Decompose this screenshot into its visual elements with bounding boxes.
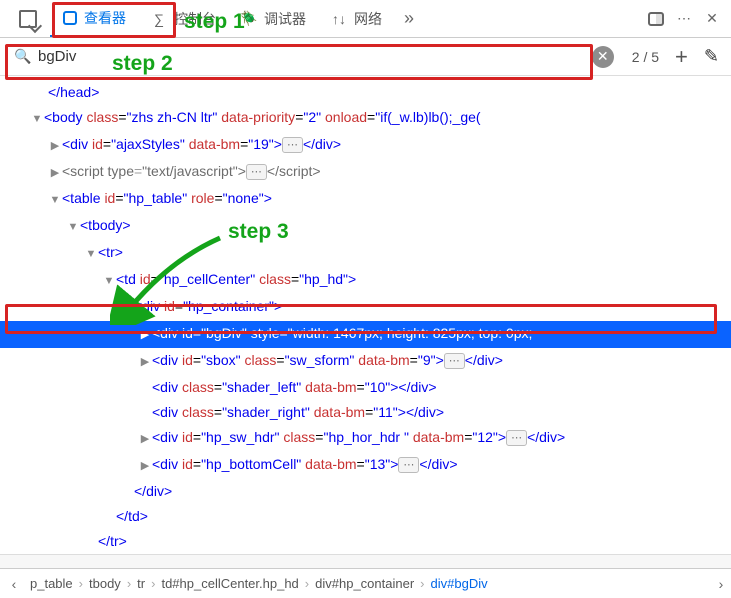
crumb-item[interactable]: td#hp_cellCenter.hp_hd [155,576,304,591]
node-sw-hdr: ▶<div id="hp_sw_hdr" class="hp_hor_hdr "… [0,425,731,452]
tab-console-label: 控制台 [174,9,216,29]
node-tr-end: </tr> [0,529,731,554]
inspector-icon [62,10,78,26]
node-div-end: </div> [0,479,731,504]
search-box: 🔍 ✕ [8,42,620,72]
node-sbox: ▶<div id="sbox" class="sw_sform" data-bm… [0,348,731,375]
tab-network-label: 网络 [354,9,382,29]
element-picker-button[interactable] [6,10,50,28]
add-button[interactable]: + [671,44,692,70]
crumb-prev[interactable]: ‹ [4,576,24,592]
tab-debugger-label: 调试器 [264,9,306,29]
crumb-item-active[interactable]: div#bgDiv [425,576,494,591]
ellipsis-icon[interactable]: ⋯ [444,353,465,369]
node-bgdiv[interactable]: ▶<div id="bgDiv" style="width: 1467px; h… [0,321,731,348]
node-td-end: </td> [0,504,731,529]
ellipsis-icon[interactable]: ⋯ [282,137,303,153]
debugger-icon: 🪲 [240,10,258,28]
ellipsis-icon[interactable]: ⋯ [398,457,419,473]
breadcrumb: ‹ p_table› tbody› tr› td#hp_cellCenter.h… [0,568,731,598]
crumb-item[interactable]: div#hp_container [309,576,420,591]
dock-icon[interactable] [647,10,665,28]
node-body: ▼<body class="zhs zh-CN ltr" data-priori… [0,105,731,132]
node-table: ▼<table id="hp_table" role="none"> [0,186,731,213]
ellipsis-icon[interactable]: ⋯ [506,430,527,446]
node-head-close: </head> [0,80,731,105]
node-script: ▶<script type="text/javascript">⋯</scrip… [0,159,731,186]
node-tbody: ▼<tbody> [0,213,731,240]
tab-inspector[interactable]: 查看器 [50,0,138,37]
crumb-item[interactable]: p_table [24,576,79,591]
search-icon: 🔍 [14,48,32,66]
node-td: ▼<td id="hp_cellCenter" class="hp_hd"> [0,267,731,294]
tab-console[interactable]: ∑ 控制台 [138,0,228,37]
clear-search-button[interactable]: ✕ [592,46,614,68]
markup-view[interactable]: </head> ▼<body class="zhs zh-CN ltr" dat… [0,76,731,554]
tabs-overflow[interactable]: » [394,8,424,29]
tab-inspector-label: 查看器 [84,8,126,28]
node-ajaxstyles: ▶<div id="ajaxStyles" data-bm="19">⋯</di… [0,132,731,159]
search-input[interactable] [38,48,586,65]
node-hp-container: ▼<div id="hp_container"> [0,294,731,321]
node-shader-right: <div class="shader_right" data-bm="11"><… [0,400,731,425]
console-icon: ∑ [150,10,168,28]
eyedropper-button[interactable]: ✎ [700,46,723,67]
element-picker-icon [19,10,37,28]
search-row: 🔍 ✕ 2 / 5 + ✎ [0,38,731,76]
network-icon: ↑↓ [330,10,348,28]
tab-debugger[interactable]: 🪲 调试器 [228,0,318,37]
node-shader-left: <div class="shader_left" data-bm="10"></… [0,375,731,400]
tab-network[interactable]: ↑↓ 网络 [318,0,394,37]
node-tr: ▼<tr> [0,240,731,267]
ellipsis-icon[interactable]: ⋯ [246,164,267,180]
search-count: 2 / 5 [628,49,663,65]
horizontal-scrollbar[interactable] [0,554,731,568]
crumb-item[interactable]: tr [131,576,151,591]
devtools-tabs: 查看器 ∑ 控制台 🪲 调试器 ↑↓ 网络 » ⋯ ✕ [0,0,731,38]
crumb-item[interactable]: tbody [83,576,127,591]
devtools-more[interactable]: ⋯ [675,10,693,28]
close-devtools[interactable]: ✕ [703,10,721,28]
crumb-next[interactable]: › [711,576,731,592]
node-bottom-cell: ▶<div id="hp_bottomCell" data-bm="13">⋯<… [0,452,731,479]
